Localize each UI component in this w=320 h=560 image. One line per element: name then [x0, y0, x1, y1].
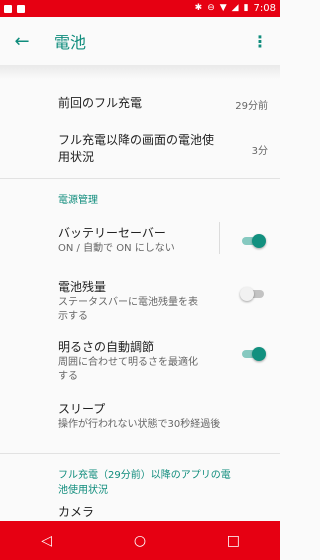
- home-icon[interactable]: ○: [120, 533, 160, 549]
- battery-saver-subtitle: ON / 自動で ON にしない: [58, 243, 175, 254]
- sim-icon: [17, 4, 25, 13]
- status-time: 7:08: [253, 3, 276, 14]
- vertical-divider: [219, 222, 220, 254]
- page-title: 電池: [54, 33, 87, 52]
- do-not-disturb-icon: ⊖: [207, 3, 215, 13]
- power-section-header: 電源管理: [58, 195, 98, 206]
- signal-icon: ◢: [231, 3, 239, 13]
- usage-section-header: フル充電（29分前）以降のアプリの電池使用状況: [58, 470, 231, 496]
- wifi-icon: ▼: [219, 3, 227, 13]
- app-usage-item[interactable]: カメラ: [0, 500, 280, 519]
- last-full-charge-row[interactable]: 前回のフル充電 29分前: [0, 79, 280, 127]
- adaptive-brightness-subtitle: 周囲に合わせて明るさを最適化する: [58, 357, 198, 382]
- header-shadow: [0, 65, 280, 79]
- battery-saver-row[interactable]: バッテリーセーバー ON / 自動で ON にしない: [0, 215, 280, 271]
- back-arrow-icon[interactable]: ←: [0, 17, 44, 65]
- back-icon[interactable]: ◁: [27, 533, 67, 549]
- battery-icon: ▮: [243, 3, 249, 13]
- battery-saver-title: バッテリーセーバー: [58, 226, 166, 240]
- status-bar: ✱ ⊖ ▼ ◢ ▮ 7:08: [0, 0, 280, 17]
- battery-saver-toggle[interactable]: [240, 234, 266, 248]
- sleep-row[interactable]: スリープ 操作が行われない状態で30秒経過後: [0, 395, 280, 443]
- battery-percent-row[interactable]: 電池残量 ステータスバーに電池残量を表示する: [0, 271, 280, 333]
- adaptive-brightness-title: 明るさの自動調節: [58, 340, 155, 354]
- sleep-title: スリープ: [58, 402, 106, 416]
- navigation-bar: ◁ ○ □: [0, 521, 280, 560]
- battery-percent-title: 電池残量: [58, 280, 107, 294]
- app-bar: ← 電池 ⋮: [0, 17, 280, 65]
- sleep-subtitle: 操作が行われない状態で30秒経過後: [58, 419, 221, 430]
- adaptive-brightness-toggle[interactable]: [240, 347, 266, 361]
- settings-list: 前回のフル充電 29分前 フル充電以降の画面の電池使用状況 3分 電源管理 バッ…: [0, 79, 280, 519]
- overflow-menu-icon[interactable]: ⋮: [240, 17, 280, 65]
- recents-icon[interactable]: □: [213, 533, 253, 549]
- bluetooth-icon: ✱: [194, 3, 203, 13]
- screen-usage-value: 3分: [251, 146, 268, 157]
- adaptive-brightness-row[interactable]: 明るさの自動調節 周囲に合わせて明るさを最適化する: [0, 333, 280, 395]
- last-full-charge-value: 29分前: [235, 101, 268, 112]
- app-usage-item-label: カメラ: [58, 505, 95, 519]
- screen-usage-title: フル充電以降の画面の電池使用状況: [58, 133, 215, 164]
- screen-usage-row[interactable]: フル充電以降の画面の電池使用状況 3分: [0, 127, 280, 175]
- image-icon: [4, 4, 12, 13]
- battery-percent-subtitle: ステータスバーに電池残量を表示する: [58, 297, 198, 322]
- battery-percent-toggle[interactable]: [240, 287, 266, 301]
